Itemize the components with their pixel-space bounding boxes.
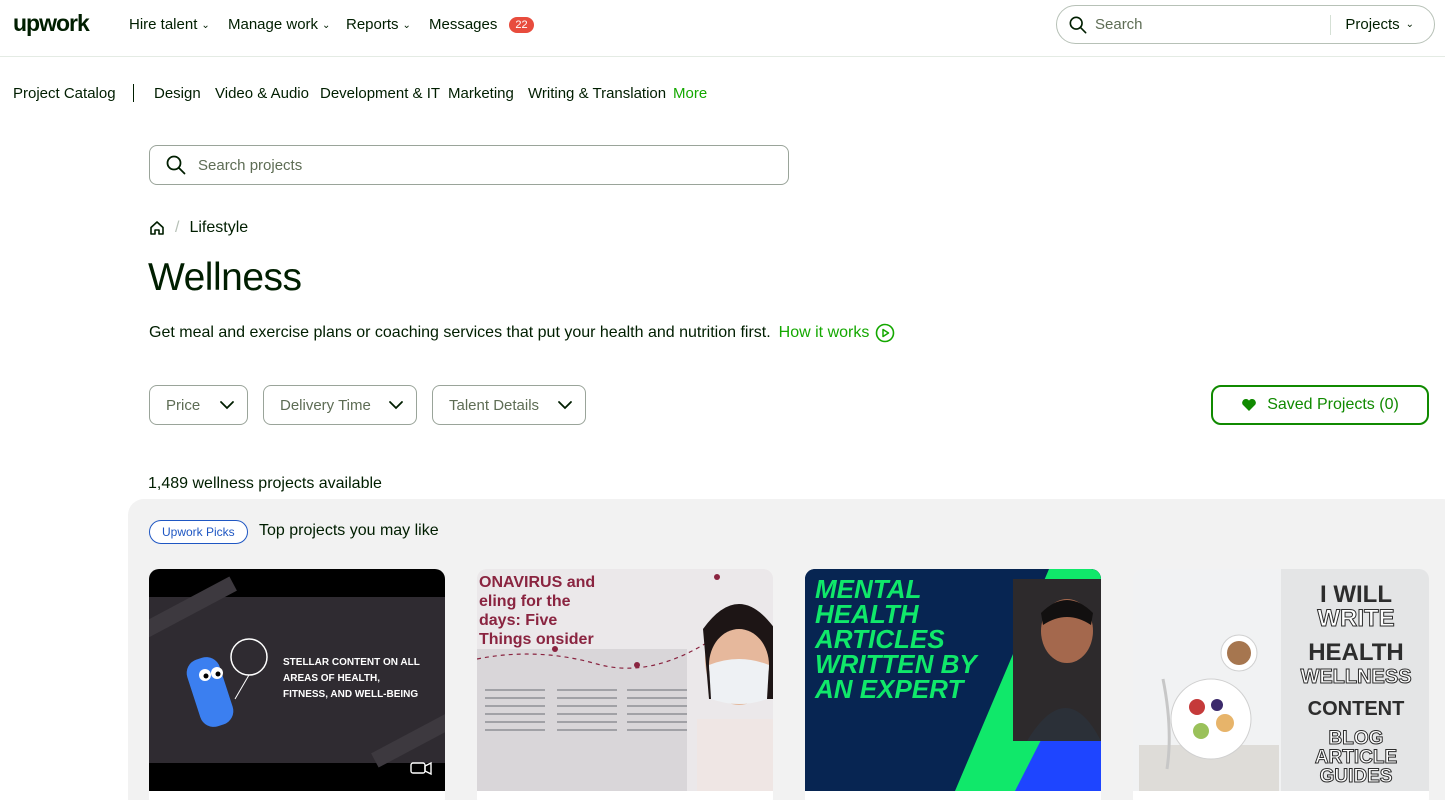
top-search-bar[interactable]: Search Projects ⌄ bbox=[1056, 5, 1435, 44]
project-search-bar[interactable]: Search projects bbox=[149, 145, 789, 185]
thumbnail-caption: STELLAR CONTENT ON ALL AREAS OF HEALTH, … bbox=[283, 657, 420, 700]
picks-heading: Top projects you may like bbox=[259, 522, 439, 539]
thumbnail-caption: I WILL WRITE HEALTH WELLNESS CONTENT BLO… bbox=[1283, 581, 1429, 787]
caption-line: I WILL bbox=[1320, 581, 1392, 608]
search-icon bbox=[1069, 16, 1087, 33]
category-marketing[interactable]: Marketing bbox=[448, 85, 514, 102]
caption-line: WRITE bbox=[1317, 605, 1395, 632]
filter-label: Talent Details bbox=[449, 396, 540, 414]
filter-talent-details[interactable]: Talent Details bbox=[432, 385, 586, 425]
caption-line: ARTICLE bbox=[1314, 747, 1398, 768]
search-scope-label: Projects bbox=[1345, 16, 1400, 33]
project-card[interactable]: MENTAL HEALTH ARTICLES WRITTEN BY AN EXP… bbox=[805, 569, 1101, 800]
search-input[interactable]: Search bbox=[1095, 16, 1330, 33]
breadcrumb-lifestyle[interactable]: Lifestyle bbox=[189, 219, 248, 237]
project-card[interactable]: I WILL WRITE HEALTH WELLNESS CONTENT BLO… bbox=[1133, 569, 1429, 800]
caption-line: CONTENT bbox=[1307, 698, 1405, 720]
upwork-picks-tag: Upwork Picks bbox=[149, 520, 248, 544]
chevron-down-icon bbox=[389, 401, 403, 410]
thumbnail-caption: MENTAL HEALTH ARTICLES WRITTEN BY AN EXP… bbox=[815, 574, 977, 704]
category-bar: Project Catalog Design Video & Audio Dev… bbox=[0, 57, 1445, 129]
category-more[interactable]: More bbox=[673, 85, 707, 102]
nav-label: Reports bbox=[346, 16, 399, 33]
project-card[interactable]: ONAVIRUS and eling for the days: Five Th… bbox=[477, 569, 773, 800]
caption-line: HEALTH bbox=[1308, 639, 1404, 666]
subtitle-text: Get meal and exercise plans or coaching … bbox=[149, 324, 771, 341]
heart-icon bbox=[1242, 398, 1257, 411]
nav-label: Hire talent bbox=[129, 16, 198, 33]
how-it-works-label: How it works bbox=[778, 324, 870, 341]
thumbnail-caption: ONAVIRUS and eling for the days: Five Th… bbox=[479, 574, 596, 648]
chevron-down-icon: ⌄ bbox=[1405, 19, 1414, 30]
upwork-picks-section: Upwork Picks Top projects you may like S… bbox=[128, 499, 1445, 800]
project-search-input[interactable]: Search projects bbox=[198, 157, 302, 174]
nav-manage-work[interactable]: Manage work ⌄ bbox=[228, 16, 330, 33]
how-it-works-link[interactable]: How it works bbox=[779, 323, 896, 343]
top-navigation: upwork Hire talent ⌄ Manage work ⌄ Repor… bbox=[0, 0, 1445, 57]
filter-delivery-time[interactable]: Delivery Time bbox=[263, 385, 417, 425]
chevron-down-icon bbox=[558, 401, 572, 410]
category-writing-translation[interactable]: Writing & Translation bbox=[528, 85, 666, 102]
home-icon[interactable] bbox=[149, 220, 165, 236]
nav-reports[interactable]: Reports ⌄ bbox=[346, 16, 411, 33]
saved-projects-button[interactable]: Saved Projects (0) bbox=[1211, 385, 1429, 425]
upwork-logo[interactable]: upwork bbox=[13, 10, 90, 37]
category-design[interactable]: Design bbox=[154, 85, 201, 102]
project-catalog-link[interactable]: Project Catalog bbox=[13, 85, 116, 102]
chevron-down-icon: ⌄ bbox=[201, 20, 210, 31]
caption-line: WELLNESS bbox=[1300, 666, 1412, 689]
project-card[interactable]: STELLAR CONTENT ON ALL AREAS OF HEALTH, … bbox=[149, 569, 445, 800]
filter-label: Delivery Time bbox=[280, 396, 371, 414]
chevron-down-icon: ⌄ bbox=[322, 20, 331, 31]
search-scope-select[interactable]: Projects ⌄ bbox=[1331, 16, 1434, 33]
nav-label: Manage work bbox=[228, 16, 319, 33]
play-circle-icon bbox=[876, 323, 895, 343]
caption-line: GUIDES bbox=[1319, 766, 1393, 787]
page-title: Wellness bbox=[148, 256, 302, 299]
saved-projects-label: Saved Projects (0) bbox=[1267, 396, 1399, 413]
nav-messages[interactable]: Messages 22 bbox=[429, 16, 534, 33]
project-thumbnail: ONAVIRUS and eling for the days: Five Th… bbox=[477, 569, 773, 791]
filter-label: Price bbox=[166, 396, 201, 414]
page-subtitle: Get meal and exercise plans or coaching … bbox=[149, 323, 895, 343]
category-video-audio[interactable]: Video & Audio bbox=[215, 85, 309, 102]
breadcrumb-separator: / bbox=[175, 219, 180, 236]
breadcrumb: / Lifestyle bbox=[149, 219, 248, 237]
chevron-down-icon: ⌄ bbox=[402, 20, 411, 31]
project-thumbnail: MENTAL HEALTH ARTICLES WRITTEN BY AN EXP… bbox=[805, 569, 1101, 791]
project-thumbnail: I WILL WRITE HEALTH WELLNESS CONTENT BLO… bbox=[1133, 569, 1429, 791]
filter-price[interactable]: Price bbox=[149, 385, 248, 425]
results-count: 1,489 wellness projects available bbox=[148, 475, 382, 492]
messages-badge: 22 bbox=[509, 16, 534, 33]
nav-hire-talent[interactable]: Hire talent ⌄ bbox=[129, 16, 210, 33]
category-development-it[interactable]: Development & IT bbox=[320, 85, 440, 102]
caption-line: BLOG bbox=[1328, 728, 1384, 749]
chevron-down-icon bbox=[220, 401, 234, 410]
project-thumbnail: STELLAR CONTENT ON ALL AREAS OF HEALTH, … bbox=[149, 569, 445, 791]
search-icon bbox=[166, 155, 186, 175]
nav-label: Messages bbox=[429, 16, 498, 33]
divider bbox=[133, 84, 134, 102]
